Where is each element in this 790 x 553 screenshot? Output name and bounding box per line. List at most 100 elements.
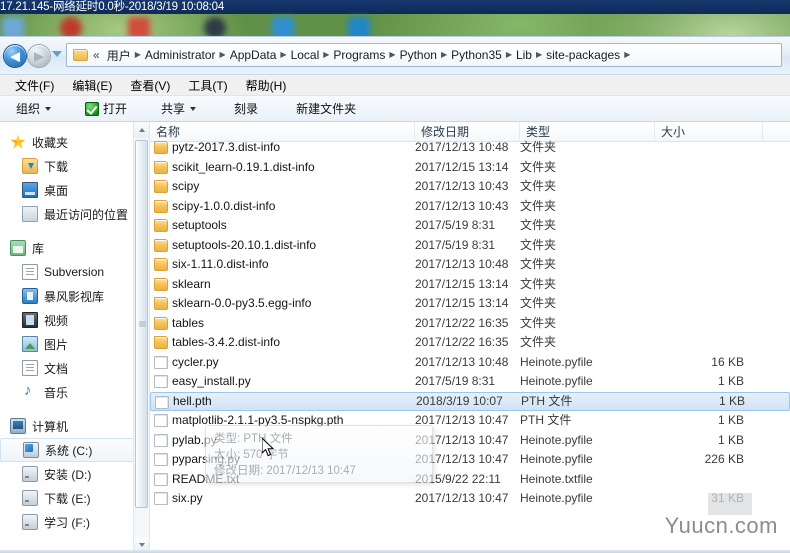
breadcrumb-sep-1[interactable]: ▶ [219,51,227,59]
breadcrumb-sep-7[interactable]: ▶ [535,51,543,59]
open-app-icon [85,101,100,116]
table-row[interactable]: scikit_learn-0.19.1.dist-info 2017/12/15 … [150,158,790,178]
cell-date: 2017/12/13 10:43 [415,198,509,213]
nav-item-label: 系统 (C:) [45,443,93,458]
watermark: Yuucn.com [664,513,778,538]
recent-pages-chevron-down-icon[interactable] [52,51,62,57]
table-row[interactable]: sklearn-0.0-py3.5.egg-info 2017/12/15 13:… [150,294,790,314]
menu-edit[interactable]: 编辑(E) [63,75,121,96]
cell-size [630,314,758,334]
address-bar[interactable]: « 用户 ▶ Administrator ▶ AppData ▶ Local ▶… [66,43,782,67]
nav-item-安装 (D:)[interactable]: 安装 (D:) [0,462,149,486]
cell-name: tables-3.4.2.dist-info [172,335,281,349]
navigation-scrollbar[interactable] [133,122,149,553]
cell-size [630,294,758,314]
pictures-icon [22,336,38,352]
nav-group-label: 收藏夹 [32,135,69,150]
breadcrumb-sep-4[interactable]: ▶ [388,51,396,59]
table-row[interactable]: easy_install.py 2017/5/19 8:31 Heinote.pyf… [150,372,790,392]
watermark-block [708,493,752,515]
table-row[interactable]: tables 2017/12/22 16:35 文件夹 [150,314,790,334]
previous-locations-icon[interactable]: « [93,48,100,62]
nav-item-暴风影视库[interactable]: 暴风影视库 [0,284,149,308]
breadcrumb-item-0[interactable]: 用户 [104,46,134,65]
cell-size: 1 KB [717,432,744,447]
breadcrumb-item-8[interactable]: site-packages [543,47,623,63]
nav-item-下载[interactable]: 下载 [0,154,149,178]
cell-date: 2017/12/15 13:14 [415,276,509,291]
cell-size [630,236,758,256]
scrollbar-thumb[interactable] [135,140,148,508]
cell-name: easy_install.py [172,374,251,388]
share-button[interactable]: 共享 [153,97,204,120]
nav-item-Subversion[interactable]: Subversion [0,260,149,284]
table-row[interactable]: scipy-1.0.0.dist-info 2017/12/13 10:43 文件夹 [150,197,790,217]
breadcrumb-item-1[interactable]: Administrator [142,47,219,63]
breadcrumb-item-4[interactable]: Programs [330,47,388,63]
breadcrumb-sep-6[interactable]: ▶ [505,51,513,59]
cell-size: 1 KB [718,393,745,408]
organize-button[interactable]: 组织 [8,97,59,120]
address-bar-row: ◀ ▶ « 用户 ▶ Administrator ▶ AppData ▶ Loc… [0,37,790,75]
baofeng-library-icon [22,288,38,304]
tooltip-size: 大小: 570 字节 [214,449,289,461]
table-row[interactable]: scipy 2017/12/13 10:43 文件夹 [150,177,790,197]
table-row[interactable]: setuptools 2017/5/19 8:31 文件夹 [150,216,790,236]
cell-size: 1 KB [717,413,744,427]
nav-group-库[interactable]: 库 [0,236,149,260]
cell-name: setuptools-20.10.1.dist-info [172,237,317,252]
menu-file[interactable]: 文件(F) [6,75,63,96]
breadcrumb-item-6[interactable]: Python35 [448,47,505,63]
nav-item-视频[interactable]: 视频 [0,308,149,332]
nav-group-gap [0,404,149,414]
cell-name: hell.pth [173,393,212,408]
nav-item-学习 (F:)[interactable]: 学习 (F:) [0,510,149,534]
table-row[interactable]: cycler.py 2017/12/13 10:48 Heinote.pyfile 1… [150,353,790,373]
breadcrumb-sep-0[interactable]: ▶ [134,51,142,59]
nav-item-图片[interactable]: 图片 [0,332,149,356]
nav-item-文档[interactable]: 文档 [0,356,149,380]
table-row[interactable]: sklearn 2017/12/15 13:14 文件夹 [150,275,790,295]
cell-name: sklearn [172,276,211,291]
back-button[interactable]: ◀ [4,45,26,67]
menu-help[interactable]: 帮助(H) [237,75,296,96]
burn-button[interactable]: 刻录 [226,97,266,120]
nav-group-计算机[interactable]: 计算机 [0,414,149,438]
table-row[interactable]: setuptools-20.10.1.dist-info 2017/5/19 8:… [150,236,790,256]
nav-item-下载 (E:)[interactable]: 下载 (E:) [0,486,149,510]
new-folder-button[interactable]: 新建文件夹 [288,97,364,120]
nav-item-label: 安装 (D:) [44,467,92,482]
menu-tools[interactable]: 工具(T) [179,75,236,96]
open-button[interactable]: 打开 [77,97,135,120]
breadcrumb-item-7[interactable]: Lib [513,47,535,63]
breadcrumb-sep-3[interactable]: ▶ [322,51,330,59]
breadcrumb-item-3[interactable]: Local [288,47,323,63]
table-row[interactable]: hell.pth 2018/3/19 10:07 PTH 文件 1 KB [150,391,790,411]
share-label: 共享 [161,102,186,116]
nav-item-系统 (C:)[interactable]: 系统 (C:) [0,438,149,462]
table-row[interactable]: six.py2017/12/13 10:47Heinote.pyfile31 K… [150,489,790,509]
breadcrumb-sep-8[interactable]: ▶ [623,51,631,59]
table-row[interactable]: tables-3.4.2.dist-info 2017/12/22 16:35 文件… [150,333,790,353]
cell-size [630,216,758,236]
menu-view[interactable]: 查看(V) [121,75,179,96]
scroll-up-button[interactable] [134,122,149,138]
breadcrumb-sep-5[interactable]: ▶ [440,51,448,59]
breadcrumb-item-5[interactable]: Python [397,47,440,63]
cell-name: six.py [172,491,203,505]
breadcrumb-sep-2[interactable]: ▶ [279,51,287,59]
library-icon [10,240,26,256]
nav-item-最近访问的位置[interactable]: 最近访问的位置 [0,202,149,226]
nav-item-label: 下载 (E:) [44,491,91,506]
table-row[interactable]: pytz-2017.3.dist-info 2017/12/13 10:48 文件夹 [150,138,790,158]
nav-group-收藏夹[interactable]: 收藏夹 [0,130,149,154]
nav-item-音乐[interactable]: 音乐 [0,380,149,404]
forward-button[interactable]: ▶ [28,45,50,67]
cell-name: scikit_learn-0.19.1.dist-info [172,159,315,174]
breadcrumb-item-2[interactable]: AppData [227,47,280,63]
cell-date: 2017/12/22 16:35 [415,335,509,349]
remote-session-title-bar: 17.21.145-网络延时0.0秒-2018/3/19 10:08:04 [0,0,790,14]
cell-date: 2017/5/19 8:31 [415,374,496,388]
table-row[interactable]: six-1.11.0.dist-info 2017/12/13 10:48 文件夹 [150,255,790,275]
nav-item-桌面[interactable]: 桌面 [0,178,149,202]
